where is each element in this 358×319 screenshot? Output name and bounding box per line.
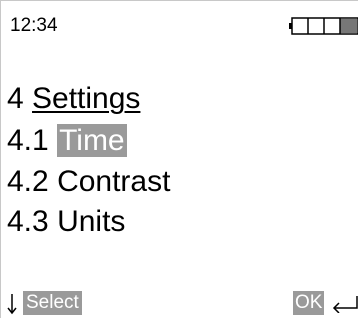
menu-item-number: 4.1 bbox=[7, 124, 49, 157]
menu-item-time[interactable]: 4.1 Time bbox=[7, 123, 127, 159]
menu-item-contrast[interactable]: 4.2 Contrast bbox=[7, 164, 170, 200]
menu-item-label: Units bbox=[57, 205, 126, 238]
menu-item-number: 4.3 bbox=[7, 205, 49, 238]
menu-item-number: 4.2 bbox=[7, 165, 49, 198]
battery-icon bbox=[289, 17, 358, 35]
softkey-bar: Select OK bbox=[1, 289, 358, 319]
arrow-down-icon bbox=[7, 294, 17, 315]
menu-item-units[interactable]: 4.3 Units bbox=[7, 204, 125, 240]
ok-softkey[interactable]: OK bbox=[293, 291, 325, 315]
menu-item-label: Time bbox=[57, 124, 127, 157]
menu-heading-label: Settings bbox=[32, 82, 141, 115]
enter-icon bbox=[332, 296, 358, 313]
device-screen: 12:34 4 Settings 4.1 Time 4.2 Contrast 4… bbox=[0, 0, 358, 318]
menu-item-label: Contrast bbox=[57, 165, 171, 198]
menu-heading: 4 Settings bbox=[7, 81, 140, 117]
clock-time: 12:34 bbox=[10, 15, 58, 36]
select-softkey[interactable]: Select bbox=[23, 291, 82, 315]
menu-heading-number: 4 bbox=[7, 82, 24, 115]
